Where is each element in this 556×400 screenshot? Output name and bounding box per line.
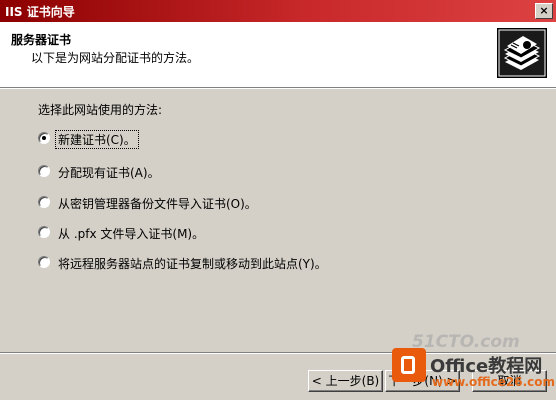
next-button[interactable]: 下一步(N) > (385, 370, 460, 392)
cancel-button[interactable]: 取消 (472, 370, 547, 392)
close-icon: × (539, 4, 549, 17)
radio-new-certificate[interactable] (38, 132, 50, 144)
window-title: IIS 证书向导 (5, 5, 75, 19)
header-edge (0, 88, 556, 89)
radio-import-keymanager[interactable] (38, 196, 50, 208)
radio-assign-existing[interactable] (38, 165, 50, 177)
option-label: 分配现有证书(A)。 (58, 166, 160, 180)
method-prompt: 选择此网站使用的方法: (38, 103, 163, 117)
option-label: 将远程服务器站点的证书复制或移动到此站点(Y)。 (58, 257, 327, 271)
back-button[interactable]: < 上一步(B) (308, 370, 383, 392)
option-label: 从 .pfx 文件导入证书(M)。 (58, 227, 205, 241)
close-button[interactable]: × (535, 3, 553, 19)
title-bar[interactable]: IIS 证书向导 × (0, 0, 556, 22)
header-title: 服务器证书 (11, 33, 72, 47)
wizard-header: 服务器证书 以下是为网站分配证书的方法。 (0, 22, 556, 88)
certificate-stack-icon (497, 28, 547, 78)
option-label: 从密钥管理器备份文件导入证书(O)。 (58, 197, 257, 211)
radio-copy-remote[interactable] (38, 256, 50, 268)
watermark-site-mark: 51CTO.com (412, 332, 520, 352)
footer-separator-highlight (0, 353, 556, 354)
header-subtitle: 以下是为网站分配证书的方法。 (31, 51, 200, 65)
radio-import-pfx[interactable] (38, 226, 50, 238)
option-label: 新建证书(C)。 (55, 130, 139, 149)
